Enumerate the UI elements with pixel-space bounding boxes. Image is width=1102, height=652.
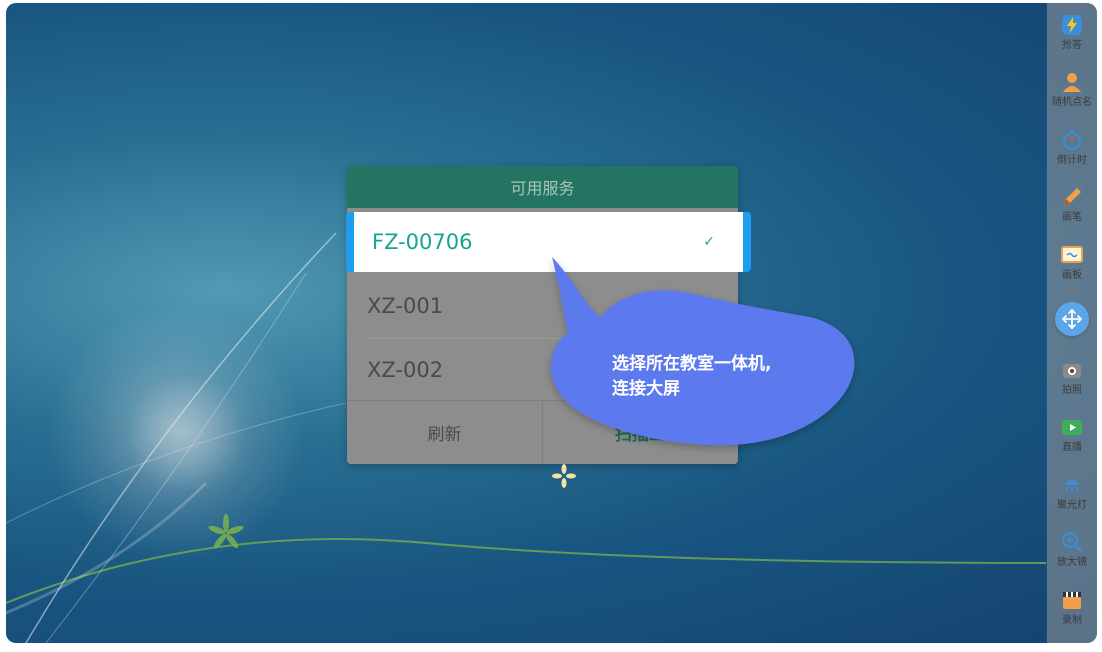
refresh-button[interactable]: 刷新 — [347, 401, 542, 464]
tool-label: 录制 — [1062, 614, 1082, 626]
tool-label: 聚光灯 — [1057, 499, 1087, 511]
flower-decoration — [552, 464, 576, 488]
tooltip-line: 连接大屏 — [612, 379, 680, 399]
tool-live[interactable]: 直播 — [1047, 406, 1097, 464]
tool-label: 画笔 — [1062, 212, 1082, 224]
checkmark-icon: ✓ — [703, 234, 715, 250]
tool-spotlight[interactable]: 聚光灯 — [1047, 463, 1097, 521]
magnifier-icon — [1062, 532, 1082, 553]
tool-label: 抢答 — [1062, 39, 1082, 51]
tool-label: 画板 — [1062, 269, 1082, 281]
service-name: XZ-001 — [367, 294, 444, 318]
video-icon — [1062, 420, 1082, 436]
pencil-icon — [1064, 188, 1081, 206]
tool-countdown[interactable]: 倒计时 — [1047, 118, 1097, 176]
move-icon — [1061, 308, 1083, 330]
board-icon — [1061, 245, 1083, 263]
service-name: XZ-002 — [367, 358, 444, 382]
right-toolbar: 抢答 随机点名 倒计时 画笔 画板 拍照 直播 聚光灯 放大镜 录制 — [1047, 3, 1097, 643]
tool-random-call[interactable]: 随机点名 — [1047, 61, 1097, 119]
tool-photo[interactable]: 拍照 — [1047, 348, 1097, 406]
timer-icon — [1063, 129, 1081, 150]
tool-quick-answer[interactable]: 抢答 — [1047, 3, 1097, 61]
spotlight-icon — [1064, 479, 1080, 493]
clapperboard-icon — [1063, 591, 1081, 609]
tool-label: 随机点名 — [1052, 97, 1092, 109]
dialog-title: 可用服务 — [347, 166, 738, 208]
move-button[interactable] — [1055, 302, 1089, 337]
tool-label: 直播 — [1062, 442, 1082, 454]
tooltip-line: 选择所在教室一体机, — [612, 354, 772, 374]
tooltip-text: 选择所在教室一体机, 连接大屏 — [612, 352, 832, 402]
person-icon — [1063, 73, 1081, 93]
tool-label: 拍照 — [1062, 384, 1082, 396]
tool-label: 倒计时 — [1057, 154, 1087, 166]
tool-record[interactable]: 录制 — [1047, 578, 1097, 636]
tool-move[interactable] — [1047, 291, 1097, 349]
tool-magnifier[interactable]: 放大镜 — [1047, 521, 1097, 579]
tool-pen[interactable]: 画笔 — [1047, 176, 1097, 234]
camera-icon — [1063, 363, 1081, 378]
lightning-icon — [1062, 14, 1082, 35]
selected-service-name: FZ-00706 — [372, 230, 473, 254]
tool-label: 放大镜 — [1057, 557, 1087, 569]
tool-whiteboard[interactable]: 画板 — [1047, 233, 1097, 291]
